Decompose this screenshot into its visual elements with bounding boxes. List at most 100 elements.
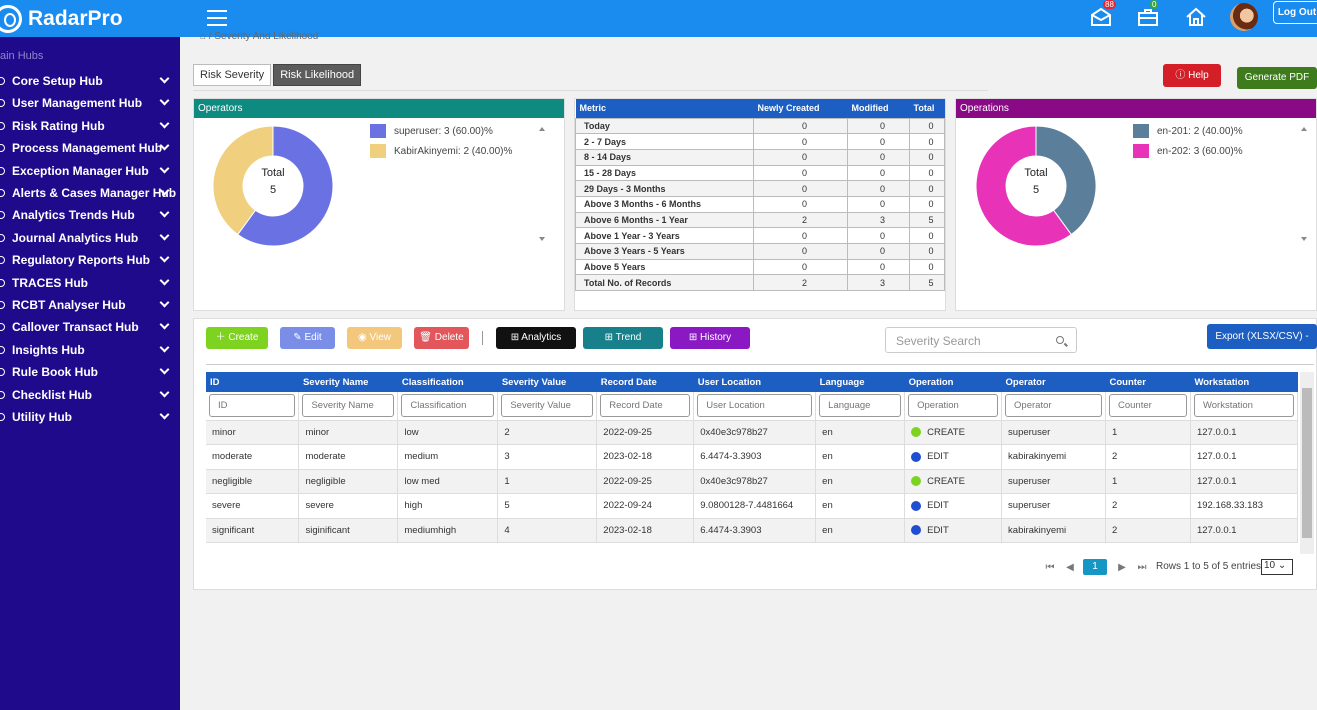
column-header[interactable]: Workstation [1190,372,1298,392]
column-filter-input[interactable] [1005,394,1102,418]
user-avatar[interactable] [1230,3,1258,31]
history-label: History [700,332,732,343]
column-header[interactable]: Severity Name [298,372,398,392]
legend-item[interactable]: en-201: 2 (40.00)% [1133,121,1243,141]
table-row[interactable]: significant siginificant mediumhigh 4 2023-0… [206,518,1299,543]
home-breadcrumb-icon[interactable]: ⌂ [200,31,209,42]
info-icon: ⓘ [1175,70,1189,81]
column-header[interactable]: Record Date [596,372,694,392]
briefcase-icon[interactable]: 0 [1137,0,1159,32]
chevron-down-icon [159,207,170,218]
metric-label: Above 6 Months - 1 Year [575,211,754,229]
sidebar-item-process-management-hub[interactable]: Process Management Hub [0,137,180,159]
analytics-button[interactable]: ⊞ Analytics [496,327,576,349]
legend-item[interactable]: KabirAkinyemi: 2 (40.00)% [370,141,512,161]
circle-icon [0,189,5,197]
table-scrollbar[interactable] [1300,372,1314,554]
severity-search-input[interactable]: Severity Search [885,327,1077,353]
history-button[interactable]: ⊞ History [670,327,750,349]
column-header[interactable]: ID [206,372,299,392]
legend-item[interactable]: en-202: 3 (60.00)% [1133,141,1243,161]
export-button[interactable]: Export (XLSX/CSV) - [1207,324,1317,349]
sidebar-item-regulatory-reports-hub[interactable]: Regulatory Reports Hub [0,249,180,271]
sidebar-item-user-management-hub[interactable]: User Management Hub [0,92,180,114]
sidebar-item-insights-hub[interactable]: Insights Hub [0,339,180,361]
operation-label: CREATE [927,475,965,487]
column-header[interactable]: Classification [397,372,498,392]
column-header[interactable]: Counter [1105,372,1191,392]
column-filter-input[interactable] [209,394,296,418]
next-page-icon[interactable]: ▶ [1115,562,1129,573]
column-filter-input[interactable] [697,394,813,418]
operators-legend-scrollbar[interactable] [536,121,548,247]
sidebar-item-exception-manager-hub[interactable]: Exception Manager Hub [0,160,180,182]
sidebar-item-checklist-hub[interactable]: Checklist Hub [0,384,180,406]
sidebar-item-traces-hub[interactable]: TRACES Hub [0,272,180,294]
sidebar-item-label: Core Setup Hub [12,74,103,88]
sidebar-item-label: Risk Rating Hub [12,118,105,133]
prev-page-icon[interactable]: ◀ [1063,562,1077,573]
legend-swatch [1133,124,1149,138]
current-page-button[interactable]: 1 [1083,559,1107,575]
view-button[interactable]: ◉ View [347,327,402,349]
help-button[interactable]: ⓘ Help [1163,64,1221,87]
column-filter-input[interactable] [600,394,691,418]
menu-toggle-icon[interactable] [207,10,227,26]
first-page-icon[interactable]: ⏮ [1043,562,1057,573]
sidebar-item-rcbt-analyser-hub[interactable]: RCBT Analyser Hub [0,294,180,316]
table-cell: EDIT [904,444,1003,470]
column-filter-input[interactable] [1109,394,1187,418]
tab-risk-likelihood[interactable]: Risk Likelihood [273,64,362,86]
metric-label: Total No. of Records [575,274,754,292]
table-cell: 1 [1105,469,1191,494]
sidebar-item-callover-transact-hub[interactable]: Callover Transact Hub [0,316,180,338]
table-row[interactable]: minor minor low 2 2022-09-25 0x40e3c978b27 en C… [206,420,1299,445]
brand-logo[interactable]: RadarPro [0,0,180,37]
sidebar-item-utility-hub[interactable]: Utility Hub [0,406,180,428]
generate-pdf-button[interactable]: Generate PDF [1237,67,1317,89]
legend-swatch [370,144,386,158]
column-filter-input[interactable] [908,394,999,418]
sidebar-item-rule-book-hub[interactable]: Rule Book Hub [0,361,180,383]
column-header[interactable]: Severity Value [497,372,597,392]
scrollbar-thumb[interactable] [1302,388,1312,538]
circle-icon [0,233,5,242]
column-header[interactable]: Operation [904,372,1002,392]
sidebar-item-core-setup-hub[interactable]: Core Setup Hub [0,70,180,92]
column-header[interactable]: User Location [693,372,816,392]
delete-button[interactable]: 🗑 Delete [414,327,469,349]
tab-risk-severity[interactable]: Risk Severity [193,64,272,86]
sidebar-item-analytics-trends-hub[interactable]: Analytics Trends Hub [0,204,180,226]
legend-swatch [1133,144,1149,158]
table-row[interactable]: moderate moderate medium 3 2023-02-18 6.4474-… [206,444,1299,470]
column-filter-input[interactable] [302,394,395,418]
edit-button[interactable]: ✎ Edit [280,327,335,349]
page-size-select[interactable]: 10 ⌄ [1261,559,1293,575]
trend-button[interactable]: ⊞ Trend [583,327,663,349]
home-icon[interactable] [1185,7,1207,32]
metric-value: 0 [753,180,848,197]
metric-value: 0 [847,180,910,197]
column-filter-input[interactable] [401,394,495,418]
status-dot-icon [911,476,922,487]
column-header[interactable]: Language [815,372,905,392]
sidebar-item-alerts-cases-manager-hub[interactable]: Alerts & Cases Manager Hub [0,182,180,204]
legend-item[interactable]: superuser: 3 (60.00)% [370,121,512,141]
table-cell: 2 [1105,493,1191,519]
column-filter-input[interactable] [819,394,902,418]
inbox-icon[interactable]: 88 [1090,0,1116,32]
table-cell: 5 [497,493,598,519]
table-row[interactable]: severe severe high 5 2022-09-24 9.0800128-7.4… [206,493,1299,519]
operations-legend-scrollbar[interactable] [1298,121,1310,247]
sidebar-item-journal-analytics-hub[interactable]: Journal Analytics Hub [0,227,180,249]
logout-button[interactable]: Log Out [1273,1,1317,24]
last-page-icon[interactable]: ⏭ [1135,562,1149,573]
column-header[interactable]: Operator [1001,372,1106,392]
filter-cell [904,392,1003,421]
column-filter-input[interactable] [501,394,594,418]
operations-panel: Operations Total 5 en-201: 2 (40.00)% en… [955,98,1317,311]
table-row[interactable]: negligible negligible low med 1 2022-09-25 0x… [206,469,1299,494]
create-button[interactable]: ＋ Create [206,327,268,349]
sidebar-item-risk-rating-hub[interactable]: Risk Rating Hub [0,115,180,137]
column-filter-input[interactable] [1193,394,1294,418]
